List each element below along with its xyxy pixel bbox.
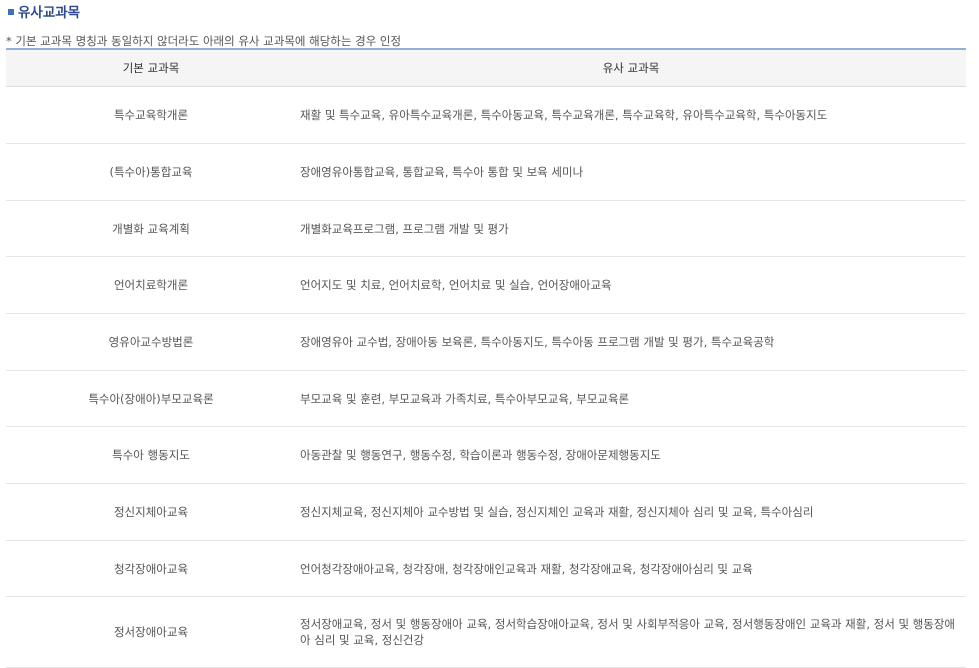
similar-courses-cell: 부모교육 및 훈련, 부모교육과 가족치료, 특수아부모교육, 부모교육론 [296,370,966,427]
basic-course-cell: 정신지체아교육 [6,483,296,541]
square-bullet-icon [8,8,14,15]
table-row: 정신지체아교육 정신지체교육, 정신지체아 교수방법 및 실습, 정신지체인 교육… [6,483,966,541]
table-row: 특수아(장애아)부모교육론 부모교육 및 훈련, 부모교육과 가족치료, 특수아부… [6,370,966,427]
table-row: 청각장애아교육 언어청각장애아교육, 청각장애, 청각장애인교육과 재활, 청각장… [6,540,966,597]
similar-courses-cell: 정서장애교육, 정서 및 행동장애아 교육, 정서학습장애아교육, 정서 및 사… [296,596,966,668]
similar-courses-cell: 개별화교육프로그램, 프로그램 개발 및 평가 [296,200,966,257]
table-row: 특수아 행동지도 아동관찰 및 행동연구, 행동수정, 학습이론과 행동수정, 장… [6,426,966,484]
basic-course-cell: 특수교육학개론 [6,86,296,144]
similar-courses-cell: 장애영유아 교수법, 장애아동 보육론, 특수아동지도, 특수아동 프로그램 개… [296,313,966,371]
similar-courses-cell: 언어청각장애아교육, 청각장애, 청각장애인교육과 재활, 청각장애교육, 청각… [296,540,966,597]
table-row: 개별화 교육계획 개별화교육프로그램, 프로그램 개발 및 평가 [6,200,966,257]
basic-course-cell: 개별화 교육계획 [6,200,296,257]
basic-course-cell: 청각장애아교육 [6,540,296,597]
table-body: 특수교육학개론 재활 및 특수교육, 유아특수교육개론, 특수아동교육, 특수교육… [6,86,966,668]
recognition-note: * 기본 교과목 명칭과 동일하지 않더라도 아래의 유사 교과목에 해당하는 … [6,34,402,48]
similar-courses-cell: 아동관찰 및 행동연구, 행동수정, 학습이론과 행동수정, 장애아문제행동지도 [296,426,966,484]
section-title: 유사교과목 [8,2,81,21]
table-header-row: 기본 교과목 유사 교과목 [6,48,966,87]
section-title-text: 유사교과목 [18,5,81,21]
basic-course-cell: 언어치료학개론 [6,256,296,314]
table-row: 정서장애아교육 정서장애교육, 정서 및 행동장애아 교육, 정서학습장애아교육,… [6,596,966,668]
basic-course-cell: 특수아 행동지도 [6,426,296,484]
similar-courses-cell: 재활 및 특수교육, 유아특수교육개론, 특수아동교육, 특수교육개론, 특수교… [296,86,966,144]
table-row: (특수아)통합교육 장애영유아통합교육, 통합교육, 특수아 통합 및 보육 세미… [6,143,966,201]
table-row: 특수교육학개론 재활 및 특수교육, 유아특수교육개론, 특수아동교육, 특수교육… [6,86,966,144]
basic-course-cell: 특수아(장애아)부모교육론 [6,370,296,427]
basic-course-cell: 영유아교수방법론 [6,313,296,371]
similar-courses-cell: 장애영유아통합교육, 통합교육, 특수아 통합 및 보육 세미나 [296,143,966,201]
basic-course-cell: (특수아)통합교육 [6,143,296,201]
basic-course-cell: 정서장애아교육 [6,596,296,668]
header-similar-course: 유사 교과목 [296,48,966,87]
header-basic-course: 기본 교과목 [6,48,296,87]
similar-courses-cell: 언어지도 및 치료, 언어치료학, 언어치료 및 실습, 언어장애아교육 [296,256,966,314]
table-row: 언어치료학개론 언어지도 및 치료, 언어치료학, 언어치료 및 실습, 언어장애… [6,256,966,314]
table-row: 영유아교수방법론 장애영유아 교수법, 장애아동 보육론, 특수아동지도, 특수아… [6,313,966,371]
similar-courses-table: 기본 교과목 유사 교과목 특수교육학개론 재활 및 특수교육, 유아특수교육개론… [6,48,966,668]
similar-courses-cell: 정신지체교육, 정신지체아 교수방법 및 실습, 정신지체인 교육과 재활, 정… [296,483,966,541]
